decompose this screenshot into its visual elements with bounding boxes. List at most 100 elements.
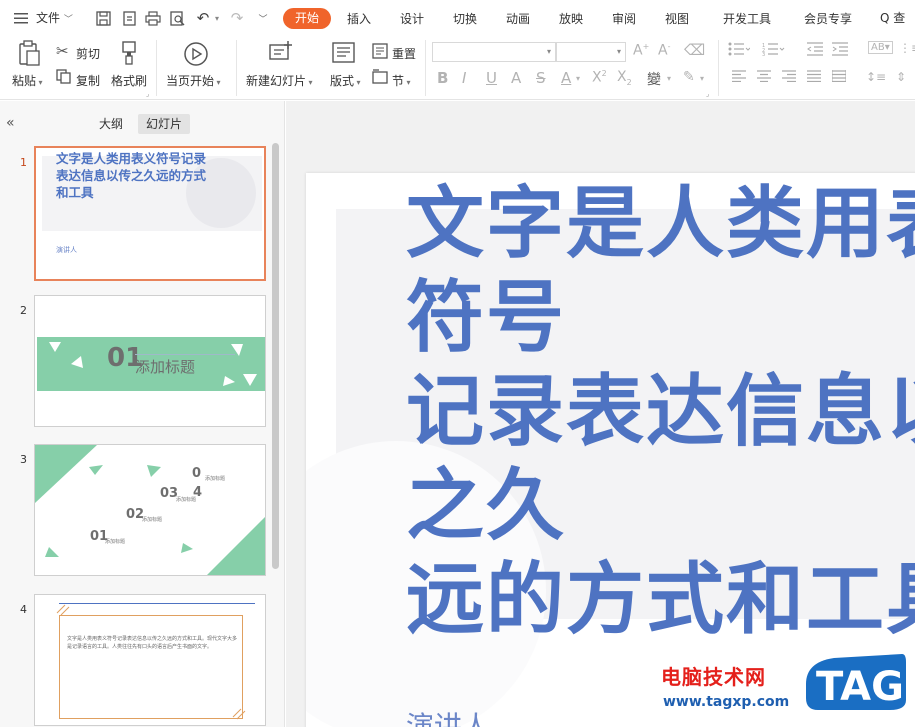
- font-color-icon[interactable]: A: [561, 69, 571, 87]
- from-current-slide-button[interactable]: 当页开始 ▾: [166, 72, 221, 89]
- tab-design[interactable]: 设计: [400, 10, 424, 27]
- tab-developer[interactable]: 开发工具: [723, 10, 771, 27]
- distributed-align-icon[interactable]: [831, 70, 847, 85]
- section-button[interactable]: 节 ▾: [392, 72, 411, 89]
- watermark-url: www.tagxp.com: [663, 694, 790, 710]
- tab-slideshow[interactable]: 放映: [559, 10, 583, 27]
- tab-outline[interactable]: 大纲: [91, 114, 131, 134]
- file-menu[interactable]: 文件 ﹀: [36, 9, 73, 26]
- line-spacing-icon[interactable]: ⋮≡: [899, 41, 915, 55]
- tab-slides[interactable]: 幻灯片: [138, 114, 191, 134]
- thumb-item-label: 添加标题: [176, 497, 197, 503]
- ribbon-separator: [156, 40, 157, 96]
- increase-indent-icon[interactable]: [832, 42, 848, 59]
- dropdown-arrow-icon: ▾: [306, 78, 313, 87]
- format-painter-button[interactable]: 格式刷: [111, 72, 147, 89]
- dropdown-arrow-icon[interactable]: ▾: [667, 74, 671, 83]
- layout-button[interactable]: 版式 ▾: [330, 72, 361, 89]
- strikethrough-icon[interactable]: S: [536, 69, 546, 87]
- hamburger-menu-icon[interactable]: [12, 8, 30, 28]
- slide-thumbnail-3[interactable]: 0 添加标题 4 03 添加标题 02 添加标题 01 添加标题: [34, 444, 266, 576]
- phonetic-guide-icon[interactable]: 變: [647, 69, 661, 89]
- slide-number: 4: [20, 603, 27, 616]
- dialog-launcher-icon[interactable]: ⌟: [146, 90, 149, 98]
- decrease-font-size-icon[interactable]: A-: [658, 42, 670, 59]
- reset-button[interactable]: 重置: [392, 45, 416, 62]
- italic-icon[interactable]: I: [462, 69, 466, 87]
- align-left-icon[interactable]: [732, 70, 746, 85]
- slide-thumbnail-1[interactable]: 文字是人类用表义符号记录表达信息以传之久远的方式和工具 演讲人: [34, 146, 266, 281]
- font-size-select[interactable]: ▾: [556, 42, 626, 62]
- tab-membership[interactable]: 会员专享: [804, 10, 852, 27]
- thumb-shapes: [35, 445, 265, 575]
- paste-button[interactable]: 粘贴 ▾: [12, 72, 43, 89]
- play-circle-icon[interactable]: [183, 41, 209, 70]
- svg-text:3: 3: [762, 52, 765, 56]
- slide-thumbnail-2[interactable]: 01 添加标题: [34, 295, 266, 427]
- column-spacing-icon[interactable]: ↕≡: [866, 70, 886, 84]
- copy-icon: [56, 69, 71, 87]
- superscript-icon[interactable]: X2: [592, 69, 607, 86]
- undo-icon[interactable]: ↶: [194, 8, 212, 28]
- slide-thumbnail-4[interactable]: 文字是人类用表义符号记录表达信息以传之久远的方式和工具。现代文字大多是记录语言的…: [34, 594, 266, 726]
- dialog-launcher-icon[interactable]: ⌟: [706, 90, 709, 98]
- undo-dropdown-icon[interactable]: ▾: [212, 8, 222, 28]
- print-preview-icon[interactable]: [168, 8, 186, 28]
- redo-icon[interactable]: ↷: [228, 8, 246, 28]
- save-icon[interactable]: [94, 8, 112, 28]
- tab-transitions[interactable]: 切换: [453, 10, 477, 27]
- para-spacing-icon[interactable]: ⇕: [896, 70, 906, 84]
- dropdown-arrow-icon[interactable]: ▾: [576, 74, 580, 83]
- cut-button[interactable]: 剪切: [76, 45, 100, 62]
- text-shadow-icon[interactable]: A: [511, 69, 521, 87]
- print-icon[interactable]: [144, 8, 162, 28]
- slide-number: 2: [20, 304, 27, 317]
- subscript-icon[interactable]: X2: [617, 69, 632, 87]
- tab-insert[interactable]: 插入: [347, 10, 371, 27]
- layout-icon[interactable]: [332, 42, 356, 67]
- chevron-down-icon: ﹀: [63, 15, 73, 25]
- tab-animations[interactable]: 动画: [506, 10, 530, 27]
- tab-review[interactable]: 审阅: [612, 10, 636, 27]
- decrease-indent-icon[interactable]: [807, 42, 823, 59]
- bullet-list-icon[interactable]: [728, 42, 751, 59]
- section-icon: [372, 69, 388, 88]
- paste-icon[interactable]: [16, 40, 42, 69]
- ribbon-separator: [718, 40, 719, 96]
- justify-icon[interactable]: [807, 70, 821, 85]
- search-button[interactable]: Q 查: [880, 9, 905, 26]
- slide-editing-canvas[interactable]: 文字是人类用表义符号 记录表达信息以传之久 远的方式和工具 演讲人: [286, 101, 915, 727]
- bold-icon[interactable]: B: [437, 69, 448, 87]
- numbered-list-icon[interactable]: 123: [762, 42, 786, 59]
- text-direction-icon[interactable]: AB▾: [868, 41, 893, 54]
- underline-icon[interactable]: U: [486, 69, 497, 87]
- presenter-text[interactable]: 演讲人: [406, 705, 490, 727]
- clear-formatting-icon[interactable]: ⌫: [684, 41, 705, 59]
- tab-view[interactable]: 视图: [665, 10, 689, 27]
- collapse-panel-icon[interactable]: «: [6, 115, 15, 131]
- watermark-text: 电脑技术网: [661, 665, 766, 689]
- panel-scrollbar-thumb[interactable]: [272, 143, 279, 569]
- thumb-body-text: 文字是人类用表义符号记录表达信息以传之久远的方式和工具。现代文字大多是记录语言的…: [67, 636, 238, 650]
- ribbon-toolbar: 粘贴 ▾ ✂ 剪切 复制 格式刷 ⌟ 当页开始 ▾ 新建幻灯片 ▾ 版式 ▾ 重…: [0, 36, 915, 100]
- export-pdf-icon[interactable]: [120, 8, 138, 28]
- copy-button[interactable]: 复制: [76, 72, 100, 89]
- new-slide-icon[interactable]: [268, 40, 294, 69]
- slide-number: 3: [20, 453, 27, 466]
- align-right-icon[interactable]: [782, 70, 796, 85]
- thumb-item-label: 添加标题: [105, 539, 126, 545]
- dropdown-arrow-icon: ▾: [546, 47, 551, 56]
- font-name-select[interactable]: ▾: [432, 42, 556, 62]
- thumb-corner-marks: [56, 604, 246, 720]
- new-slide-button[interactable]: 新建幻灯片 ▾: [246, 72, 313, 89]
- align-center-icon[interactable]: [757, 70, 771, 85]
- increase-font-size-icon[interactable]: A+: [633, 42, 649, 59]
- thumb-presenter: 演讲人: [56, 246, 77, 254]
- highlight-icon[interactable]: ✎: [683, 69, 695, 85]
- current-slide[interactable]: 文字是人类用表义符号 记录表达信息以传之久 远的方式和工具 演讲人: [306, 173, 915, 727]
- slide-title[interactable]: 文字是人类用表义符号 记录表达信息以传之久 远的方式和工具: [406, 177, 915, 647]
- tab-home[interactable]: 开始: [283, 8, 331, 29]
- menu-bar: 文件 ﹀ ↶ ▾ ↷ ﹀ 开始 插入 设计 切换 动画 放映 审阅 视图 开发工…: [0, 0, 915, 36]
- quick-access-dropdown-icon[interactable]: ﹀: [256, 8, 270, 28]
- dropdown-arrow-icon[interactable]: ▾: [700, 74, 704, 83]
